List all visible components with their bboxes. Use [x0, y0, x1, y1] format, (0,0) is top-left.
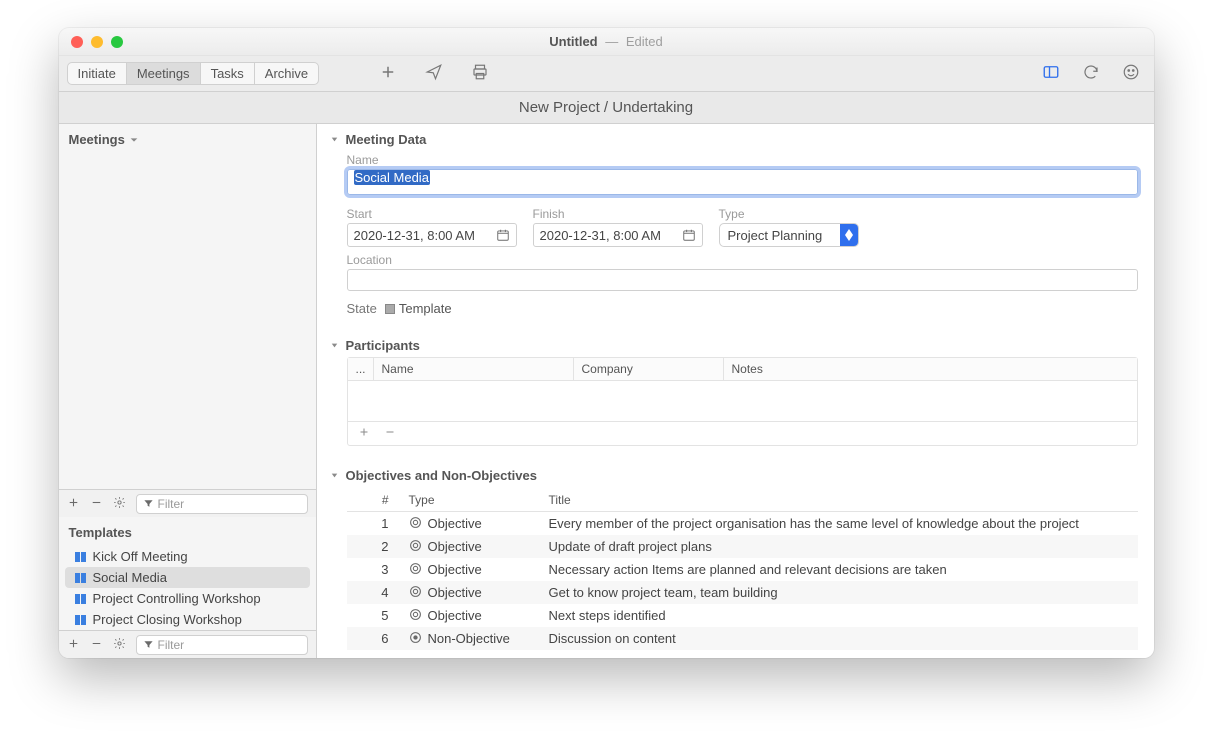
- filter-icon: [143, 498, 154, 509]
- objectives-remove-button[interactable]: [383, 656, 395, 658]
- main-tabs: InitiateMeetingsTasksArchive: [67, 62, 320, 85]
- objectives-move-up-button[interactable]: [409, 656, 421, 658]
- meetings-filter-input[interactable]: Filter: [136, 494, 308, 514]
- type-label: Type: [719, 207, 859, 221]
- meetings-settings-button[interactable]: [113, 496, 126, 512]
- objective-row[interactable]: 3ObjectiveNecessary action Items are pla…: [347, 558, 1138, 581]
- name-label: Name: [347, 153, 1138, 167]
- objectives-col-type[interactable]: Type: [401, 489, 541, 511]
- meetings-list: [59, 153, 316, 489]
- toolbar: InitiateMeetingsTasksArchive: [59, 56, 1154, 92]
- template-icon: [75, 614, 87, 626]
- participants-add-button[interactable]: [358, 426, 370, 441]
- objective-row[interactable]: 4ObjectiveGet to know project team, team…: [347, 581, 1138, 604]
- titlebar: Untitled — Edited: [59, 28, 1154, 56]
- objectives-add-button[interactable]: [357, 656, 369, 658]
- select-stepper-icon: [840, 223, 858, 247]
- objective-type-icon: [409, 608, 422, 624]
- state-badge: Template: [385, 301, 452, 316]
- objective-row[interactable]: 6Non-ObjectiveDiscussion on content: [347, 627, 1138, 650]
- emoji-button[interactable]: [1122, 63, 1140, 84]
- print-button[interactable]: [471, 63, 489, 84]
- main-content: Meeting Data Name Social Media Start 202…: [317, 124, 1154, 658]
- templates-filter-input[interactable]: Filter: [136, 635, 308, 655]
- meetings-remove-button[interactable]: [90, 496, 103, 512]
- objective-row[interactable]: 1ObjectiveEvery member of the project or…: [347, 512, 1138, 535]
- sidebar-templates-header[interactable]: Templates: [59, 517, 316, 546]
- participants-col-more[interactable]: ...: [348, 358, 374, 380]
- objectives-move-down-button[interactable]: [435, 656, 447, 658]
- objective-type-icon: [409, 539, 422, 555]
- template-item[interactable]: Project Controlling Workshop: [59, 588, 316, 609]
- chevron-down-icon: [129, 135, 139, 145]
- sidebar-meetings-header[interactable]: Meetings: [59, 124, 316, 153]
- template-item[interactable]: Project Closing Workshop: [59, 609, 316, 630]
- document-title: New Project / Undertaking: [59, 92, 1154, 124]
- participants-col-company[interactable]: Company: [574, 358, 724, 380]
- participants-col-name[interactable]: Name: [374, 358, 574, 380]
- participants-col-notes[interactable]: Notes: [724, 358, 1137, 380]
- meeting-type-select[interactable]: Project Planning: [719, 223, 859, 247]
- objectives-section-header[interactable]: Objectives and Non-Objectives: [329, 468, 1138, 483]
- template-item[interactable]: Social Media: [65, 567, 310, 588]
- window-title-text: Untitled: [549, 34, 597, 49]
- templates-settings-button[interactable]: [113, 637, 126, 653]
- templates-add-button[interactable]: [67, 637, 80, 653]
- objectives-table: # Type Title 1ObjectiveEvery member of t…: [347, 489, 1138, 658]
- window-title: Untitled — Edited: [59, 34, 1154, 49]
- calendar-icon: [682, 228, 696, 242]
- main-tab-initiate[interactable]: Initiate: [68, 63, 127, 84]
- disclosure-triangle-icon: [329, 470, 340, 481]
- template-icon: [75, 593, 87, 605]
- templates-footer: Filter: [59, 630, 316, 658]
- meeting-data-section-header[interactable]: Meeting Data: [329, 132, 1138, 147]
- template-icon: [75, 572, 87, 584]
- objective-type-icon: [409, 585, 422, 601]
- sidebar: Meetings Filter: [59, 124, 317, 658]
- template-state-icon: [385, 304, 395, 314]
- send-button[interactable]: [425, 63, 443, 84]
- location-input[interactable]: [347, 269, 1138, 291]
- objectives-col-num[interactable]: #: [347, 489, 401, 511]
- objective-type-icon: [409, 631, 422, 647]
- filter-icon: [143, 639, 154, 650]
- meetings-footer: Filter: [59, 489, 316, 517]
- sync-button[interactable]: [1082, 63, 1100, 84]
- toggle-sidebar-button[interactable]: [1042, 63, 1060, 84]
- main-tab-archive[interactable]: Archive: [255, 63, 318, 84]
- participants-section-header[interactable]: Participants: [329, 338, 1138, 353]
- participants-remove-button[interactable]: [384, 426, 396, 441]
- add-button[interactable]: [379, 63, 397, 84]
- finish-date-input[interactable]: 2020-12-31, 8:00 AM: [533, 223, 703, 247]
- main-tab-meetings[interactable]: Meetings: [127, 63, 201, 84]
- templates-remove-button[interactable]: [90, 637, 103, 653]
- objective-type-icon: [409, 516, 422, 532]
- calendar-icon: [496, 228, 510, 242]
- finish-label: Finish: [533, 207, 703, 221]
- template-item[interactable]: Kick Off Meeting: [59, 546, 316, 567]
- disclosure-triangle-icon: [329, 134, 340, 145]
- disclosure-triangle-icon: [329, 340, 340, 351]
- objective-row[interactable]: 2ObjectiveUpdate of draft project plans: [347, 535, 1138, 558]
- window-title-subtext: Edited: [626, 34, 663, 49]
- meetings-add-button[interactable]: [67, 496, 80, 512]
- main-tab-tasks[interactable]: Tasks: [201, 63, 255, 84]
- app-window: Untitled — Edited InitiateMeetingsTasksA…: [59, 28, 1154, 658]
- meeting-name-input[interactable]: Social Media: [347, 169, 1138, 195]
- start-date-input[interactable]: 2020-12-31, 8:00 AM: [347, 223, 517, 247]
- start-label: Start: [347, 207, 517, 221]
- objectives-col-title[interactable]: Title: [541, 489, 1138, 511]
- participants-table: ... Name Company Notes: [347, 357, 1138, 446]
- state-label: State: [347, 301, 377, 316]
- templates-list: Kick Off MeetingSocial MediaProject Cont…: [59, 546, 316, 630]
- location-label: Location: [347, 253, 1138, 267]
- objective-row[interactable]: 5ObjectiveNext steps identified: [347, 604, 1138, 627]
- objective-type-icon: [409, 562, 422, 578]
- template-icon: [75, 551, 87, 563]
